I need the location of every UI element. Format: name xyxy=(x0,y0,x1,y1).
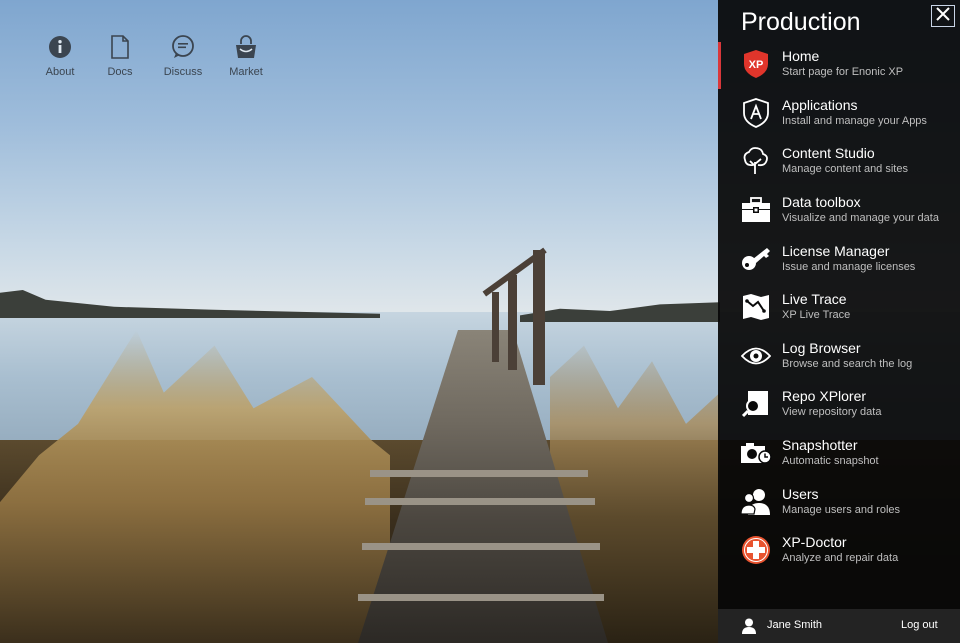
magnifier-icon xyxy=(740,388,772,420)
quick-link-docs[interactable]: Docs xyxy=(90,34,150,78)
trace-map-icon xyxy=(740,291,772,323)
menu-item-title: Data toolbox xyxy=(782,194,861,211)
menu-item-subtitle: Automatic snapshot xyxy=(782,455,879,468)
pier-step xyxy=(365,498,595,505)
menu-item-title: XP-Doctor xyxy=(782,534,847,551)
menu-item-title: Snapshotter xyxy=(782,437,858,454)
panel-footer: Jane Smith Log out xyxy=(718,609,960,643)
menu-item-log-browser[interactable]: Log Browser Browse and search the log xyxy=(718,332,960,381)
menu-item-home[interactable]: XP Home Start page for Enonic XP xyxy=(718,40,960,89)
pier-rail-post xyxy=(533,250,545,385)
menu-item-subtitle: Browse and search the log xyxy=(782,357,913,370)
menu-item-title: Live Trace xyxy=(782,291,847,308)
medical-cross-icon xyxy=(740,534,772,566)
quick-link-about[interactable]: About xyxy=(30,34,90,78)
xp-shield-icon: XP xyxy=(740,48,772,80)
menu-item-data-toolbox[interactable]: Data toolbox Visualize and manage your d… xyxy=(718,186,960,235)
menu-item-xp-doctor[interactable]: XP-Doctor Analyze and repair data xyxy=(718,526,960,575)
menu-item-title: Applications xyxy=(782,96,858,113)
launcher-panel: Production XP Home Start page for Enonic… xyxy=(718,0,960,643)
menu-item-applications[interactable]: Applications Install and manage your App… xyxy=(718,89,960,138)
menu-item-repo-xplorer[interactable]: Repo XPlorer View repository data xyxy=(718,380,960,429)
applications-icon xyxy=(740,97,772,129)
quick-link-label: Market xyxy=(229,66,263,78)
quick-link-label: Docs xyxy=(107,66,133,78)
quick-link-label: Discuss xyxy=(163,66,203,78)
pier-step xyxy=(358,594,604,601)
menu-item-subtitle: Analyze and repair data xyxy=(782,552,899,565)
quick-link-market[interactable]: Market xyxy=(216,34,276,78)
menu-item-title: Home xyxy=(782,48,820,65)
menu-item-snapshotter[interactable]: Snapshotter Automatic snapshot xyxy=(718,429,960,478)
camera-clock-icon xyxy=(740,437,772,469)
menu-item-subtitle: Manage users and roles xyxy=(782,503,901,516)
menu-item-title: Repo XPlorer xyxy=(782,388,867,405)
menu-item-live-trace[interactable]: Live Trace XP Live Trace xyxy=(718,283,960,332)
info-icon xyxy=(47,34,73,60)
menu-item-subtitle: XP Live Trace xyxy=(782,309,851,322)
app-menu: XP Home Start page for Enonic XP Applica… xyxy=(718,40,960,575)
shopping-bag-icon xyxy=(233,34,259,60)
menu-item-content-studio[interactable]: Content Studio Manage content and sites xyxy=(718,137,960,186)
key-icon xyxy=(740,243,772,275)
pier-rail-post xyxy=(508,275,517,370)
quick-link-discuss[interactable]: Discuss xyxy=(153,34,213,78)
menu-item-title: Users xyxy=(782,485,819,502)
logout-link[interactable]: Log out xyxy=(901,619,938,631)
menu-item-title: Content Studio xyxy=(782,145,875,162)
menu-item-subtitle: Start page for Enonic XP xyxy=(782,66,904,79)
menu-item-subtitle: Visualize and manage your data xyxy=(782,212,939,225)
toolbox-icon xyxy=(740,194,772,226)
menu-item-users[interactable]: Users Manage users and roles xyxy=(718,477,960,526)
quick-link-label: About xyxy=(45,66,75,78)
svg-text:XP: XP xyxy=(749,59,764,71)
chat-bubble-icon xyxy=(170,34,196,60)
tree-icon xyxy=(740,145,772,177)
user-icon xyxy=(741,618,757,634)
pier-rail-post xyxy=(492,292,499,362)
menu-item-subtitle: Issue and manage licenses xyxy=(782,260,916,273)
panel-header: Production xyxy=(718,0,960,36)
close-button[interactable] xyxy=(931,5,955,27)
eye-icon xyxy=(740,340,772,372)
users-icon xyxy=(740,486,772,518)
pier-step xyxy=(370,470,588,477)
menu-item-subtitle: Install and manage your Apps xyxy=(782,114,927,127)
menu-item-title: License Manager xyxy=(782,242,890,259)
menu-item-title: Log Browser xyxy=(782,339,861,356)
document-icon xyxy=(107,34,133,60)
menu-item-subtitle: Manage content and sites xyxy=(782,163,908,176)
pier-step xyxy=(362,543,600,550)
user-name: Jane Smith xyxy=(767,619,823,631)
quick-links: About Docs Discuss Market xyxy=(30,34,276,78)
menu-item-subtitle: View repository data xyxy=(782,406,882,419)
panel-title: Production xyxy=(741,8,861,36)
close-icon xyxy=(936,6,950,26)
menu-item-license-manager[interactable]: License Manager Issue and manage license… xyxy=(718,234,960,283)
